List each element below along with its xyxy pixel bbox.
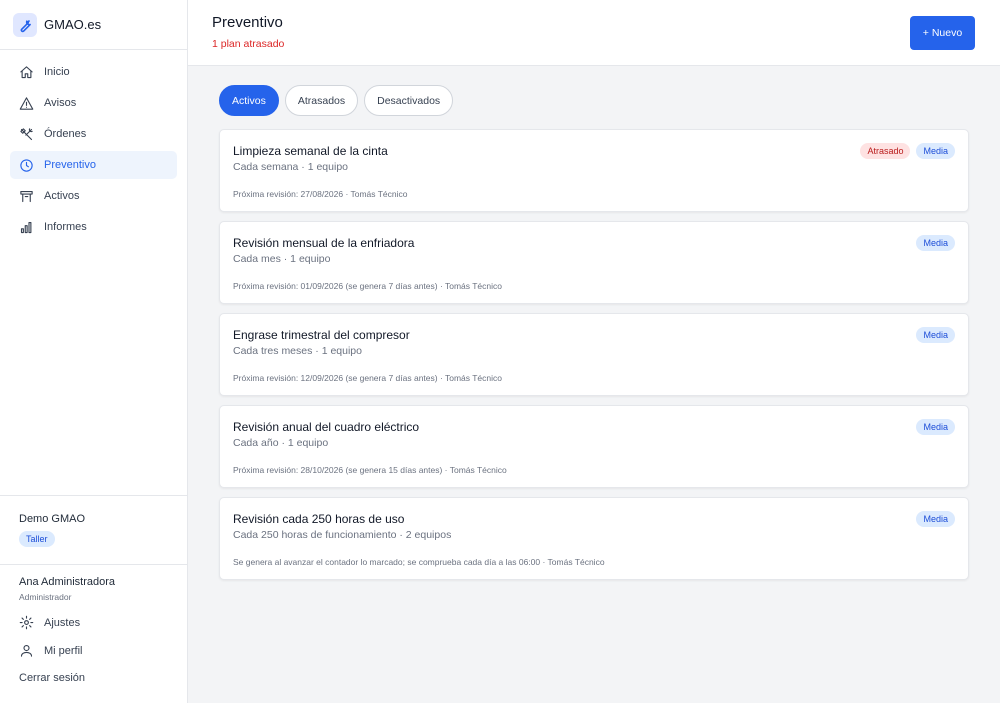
page-title: Preventivo bbox=[212, 14, 283, 31]
org-badge: Taller bbox=[19, 531, 55, 547]
sidebar: GMAO.es Inicio Avisos Órdenes Preventivo bbox=[0, 0, 188, 703]
bar-chart-icon bbox=[20, 221, 32, 233]
nav-label: Preventivo bbox=[44, 159, 96, 171]
brand[interactable]: GMAO.es bbox=[0, 0, 187, 50]
nav-label: Inicio bbox=[44, 66, 70, 78]
nav-item-ordenes[interactable]: Órdenes bbox=[10, 120, 177, 148]
wrench-icon bbox=[13, 12, 37, 37]
plan-next-review: Próxima revisión: 27/08/2026 · Tomás Téc… bbox=[233, 189, 408, 199]
plan-badges: Media bbox=[916, 235, 955, 251]
new-plan-button[interactable]: + Nuevo bbox=[910, 16, 975, 50]
profile-link[interactable]: Mi perfil bbox=[19, 643, 187, 658]
nav-label: Avisos bbox=[44, 97, 77, 109]
plan-next-review: Próxima revisión: 01/09/2026 (se genera … bbox=[233, 281, 502, 291]
home-icon bbox=[20, 65, 33, 78]
tab-activos[interactable]: Activos bbox=[219, 85, 279, 116]
plan-card[interactable]: Engrase trimestral del compresor Cada tr… bbox=[219, 313, 969, 396]
plan-frequency: Cada tres meses · 1 equipo bbox=[233, 345, 362, 357]
nav-item-avisos[interactable]: Avisos bbox=[10, 89, 177, 117]
clock-icon bbox=[20, 158, 33, 172]
main-nav: Inicio Avisos Órdenes Preventivo Activos bbox=[0, 50, 187, 241]
plan-badges: Media bbox=[916, 327, 955, 343]
plan-badges: Media bbox=[916, 511, 955, 527]
tab-desactivados[interactable]: Desactivados bbox=[364, 85, 454, 116]
plan-title: Engrase trimestral del compresor bbox=[233, 328, 410, 342]
plan-frequency: Cada año · 1 equipo bbox=[233, 437, 329, 449]
plan-frequency: Cada semana · 1 equipo bbox=[233, 161, 348, 173]
tools-icon bbox=[20, 127, 33, 140]
nav-label: Informes bbox=[44, 221, 87, 233]
page-header: Preventivo 1 plan atrasado + Nuevo bbox=[188, 0, 1000, 66]
nav-item-informes[interactable]: Informes bbox=[10, 213, 177, 241]
settings-label: Ajustes bbox=[44, 616, 81, 629]
nav-item-inicio[interactable]: Inicio bbox=[10, 58, 177, 86]
settings-link[interactable]: Ajustes bbox=[19, 615, 187, 630]
plan-card[interactable]: Revisión cada 250 horas de uso Cada 250 … bbox=[219, 497, 969, 580]
plan-next-review: Se genera al avanzar el contador lo marc… bbox=[233, 557, 605, 567]
plan-frequency: Cada 250 horas de funcionamiento · 2 equ… bbox=[233, 529, 452, 541]
tab-atrasados[interactable]: Atrasados bbox=[284, 85, 359, 116]
asset-icon bbox=[20, 190, 33, 202]
warning-icon bbox=[19, 96, 34, 110]
plan-title: Limpieza semanal de la cinta bbox=[233, 144, 388, 158]
plan-next-review: Próxima revisión: 28/10/2026 (se genera … bbox=[233, 465, 507, 475]
plan-card[interactable]: Revisión mensual de la enfriadora Cada m… bbox=[219, 221, 969, 304]
priority-badge: Media bbox=[916, 511, 955, 527]
user-name: Ana Administradora bbox=[19, 576, 115, 588]
priority-badge: Media bbox=[916, 419, 955, 435]
profile-label: Mi perfil bbox=[44, 644, 83, 657]
org-name: Demo GMAO bbox=[19, 513, 86, 525]
nav-item-preventivo[interactable]: Preventivo bbox=[10, 151, 177, 179]
plan-next-review: Próxima revisión: 12/09/2026 (se genera … bbox=[233, 373, 502, 383]
overdue-badge: Atrasado bbox=[860, 143, 911, 159]
overdue-summary: 1 plan atrasado bbox=[212, 38, 285, 50]
nav-label: Activos bbox=[44, 190, 80, 202]
filter-tabs: Activos Atrasados Desactivados bbox=[219, 85, 454, 116]
plan-title: Revisión cada 250 horas de uso bbox=[233, 512, 405, 526]
user-icon bbox=[20, 644, 33, 657]
nav-item-activos[interactable]: Activos bbox=[10, 182, 177, 210]
plan-badges: Atrasado Media bbox=[860, 143, 955, 159]
plan-card[interactable]: Limpieza semanal de la cinta Cada semana… bbox=[219, 129, 969, 212]
priority-badge: Media bbox=[916, 235, 955, 251]
plan-title: Revisión mensual de la enfriadora bbox=[233, 236, 415, 250]
plan-frequency: Cada mes · 1 equipo bbox=[233, 253, 331, 265]
gear-icon bbox=[19, 615, 34, 630]
organization-block: Demo GMAO Taller bbox=[0, 495, 187, 565]
plan-card[interactable]: Revisión anual del cuadro eléctrico Cada… bbox=[219, 405, 969, 488]
priority-badge: Media bbox=[916, 327, 955, 343]
brand-name: GMAO.es bbox=[44, 17, 102, 32]
plan-title: Revisión anual del cuadro eléctrico bbox=[233, 420, 420, 434]
plan-badges: Media bbox=[916, 419, 955, 435]
priority-badge: Media bbox=[916, 143, 955, 159]
user-role: Administrador bbox=[19, 592, 72, 602]
plan-list: Limpieza semanal de la cinta Cada semana… bbox=[219, 129, 969, 589]
logout-link[interactable]: Cerrar sesión bbox=[19, 672, 187, 684]
nav-label: Órdenes bbox=[44, 128, 87, 140]
user-block: Ana Administradora Administrador Ajustes… bbox=[0, 566, 187, 684]
